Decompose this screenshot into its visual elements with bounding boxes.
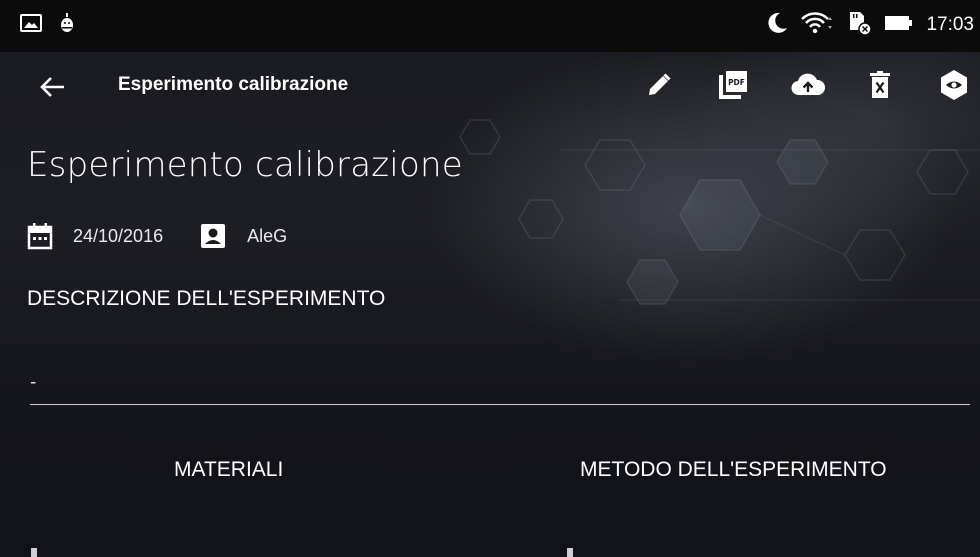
back-button[interactable] <box>38 72 68 102</box>
account-box-icon <box>199 222 227 250</box>
toolbar-title: Esperimento calibrazione <box>118 74 349 95</box>
materials-list-edge <box>31 548 37 557</box>
sd-card-icon <box>846 10 873 40</box>
experiment-author: AleG <box>247 225 288 246</box>
experiment-meta: 24/10/2016 AleG <box>27 219 287 253</box>
cloud-upload-icon <box>791 73 826 96</box>
view-button[interactable] <box>936 67 972 103</box>
export-pdf-button[interactable]: PDF <box>715 67 751 103</box>
description-heading: DESCRIZIONE DELL'ESPERIMENTO <box>27 287 386 310</box>
calendar-icon <box>27 222 53 250</box>
experiment-title: Esperimento calibrazione <box>27 145 463 185</box>
delete-icon <box>870 71 890 98</box>
method-list-edge <box>567 548 573 557</box>
android-debug-icon <box>58 12 76 38</box>
upload-button[interactable] <box>790 67 826 103</box>
status-bar: 17:03 <box>0 0 980 52</box>
description-divider <box>30 404 970 405</box>
edit-icon <box>649 73 671 95</box>
arrow-back-icon <box>40 77 64 97</box>
gallery-icon <box>20 14 42 36</box>
pdf-icon: PDF <box>719 71 747 99</box>
wifi-icon <box>800 11 834 39</box>
method-heading: METODO DELL'ESPERIMENTO <box>580 458 887 481</box>
edit-button[interactable] <box>641 67 677 103</box>
experiment-date: 24/10/2016 <box>73 225 164 246</box>
moon-icon <box>766 11 788 39</box>
materials-heading: MATERIALI <box>174 458 284 481</box>
description-value[interactable]: - <box>30 372 36 394</box>
svg-text:PDF: PDF <box>728 78 745 87</box>
visibility-icon <box>941 70 967 100</box>
battery-icon <box>884 14 914 36</box>
status-time: 17:03 <box>926 14 974 35</box>
delete-button[interactable] <box>862 67 898 103</box>
app-toolbar: Esperimento calibrazione PDF <box>0 52 980 122</box>
